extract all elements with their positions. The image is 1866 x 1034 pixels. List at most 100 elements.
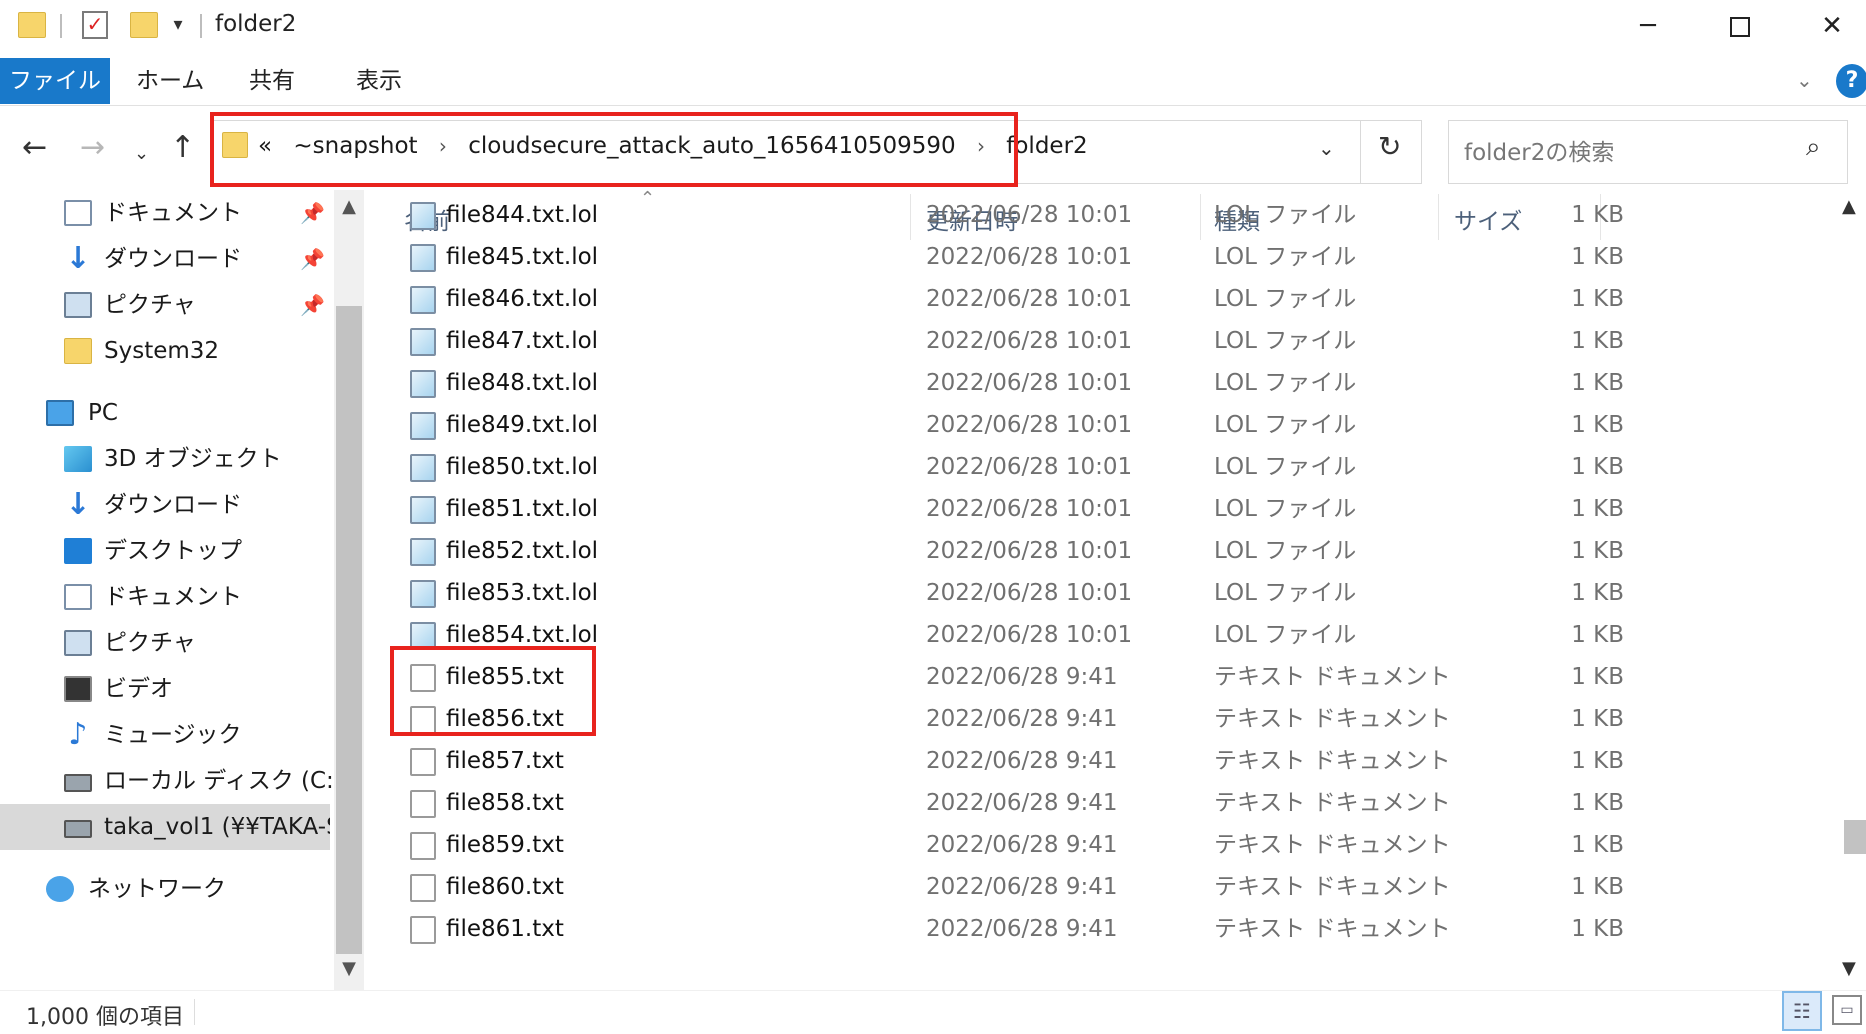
table-row[interactable]: file861.txt 2022/06/28 9:41 テキスト ドキュメント 1 K… <box>390 908 1840 950</box>
text-file-icon <box>410 832 436 860</box>
sidebar-item-label: ピクチャ <box>104 292 196 318</box>
file-name: file860.txt <box>446 874 564 900</box>
scroll-up-icon[interactable]: ▲ <box>1842 196 1856 217</box>
properties-icon[interactable]: ✓ <box>82 11 108 39</box>
network-drive-icon <box>64 820 92 838</box>
large-icons-view-icon[interactable]: ▭ <box>1832 995 1862 1025</box>
file-size: 1 KB <box>1571 706 1624 732</box>
document-icon <box>64 584 92 610</box>
folder-icon[interactable] <box>18 12 46 38</box>
recent-locations-icon[interactable]: ⌄ <box>134 136 149 172</box>
breadcrumb-folder2[interactable]: folder2 <box>1006 133 1087 159</box>
file-name: file859.txt <box>446 832 564 858</box>
expand-ribbon-icon[interactable]: ⌄ <box>1796 68 1813 92</box>
local-disk-icon <box>64 774 92 792</box>
sidebar-item-documents[interactable]: ドキュメント <box>0 574 332 620</box>
table-row[interactable]: file857.txt 2022/06/28 9:41 テキスト ドキュメント 1 K… <box>390 740 1840 782</box>
table-row[interactable]: file854.txt.lol 2022/06/28 10:01 LOL ファイル 1… <box>390 614 1840 656</box>
file-type: LOL ファイル <box>1214 286 1357 312</box>
lol-file-icon <box>410 286 436 314</box>
quick-access-dropdown-icon[interactable]: ▾ <box>168 12 188 38</box>
file-list-scrollbar[interactable] <box>1840 190 1866 990</box>
table-row[interactable]: file859.txt 2022/06/28 9:41 テキスト ドキュメント 1 K… <box>390 824 1840 866</box>
file-size: 1 KB <box>1571 328 1624 354</box>
forward-icon[interactable]: → <box>80 130 105 166</box>
sidebar-item-documents-pinned[interactable]: ドキュメント 📌 <box>0 190 332 236</box>
sidebar-item-label: ドキュメント <box>104 200 242 226</box>
table-row[interactable]: file855.txt 2022/06/28 9:41 テキスト ドキュメント 1 K… <box>390 656 1840 698</box>
sidebar-item-network-drive[interactable]: taka_vol1 (¥¥TAKA-S\ <box>0 804 330 850</box>
sidebar-item-pictures-pinned[interactable]: ピクチャ 📌 <box>0 282 332 328</box>
table-row[interactable]: file853.txt.lol 2022/06/28 10:01 LOL ファイル 1… <box>390 572 1840 614</box>
table-row[interactable]: file860.txt 2022/06/28 9:41 テキスト ドキュメント 1 K… <box>390 866 1840 908</box>
search-icon[interactable]: ⌕ <box>1806 132 1821 163</box>
refresh-icon[interactable]: ↻ <box>1378 130 1401 163</box>
tab-view[interactable]: 表示 <box>356 58 402 104</box>
file-modified: 2022/06/28 9:41 <box>926 874 1118 900</box>
sidebar-item-local-disk[interactable]: ローカル ディスク (C:) <box>0 758 332 804</box>
minimize-button[interactable]: ─ <box>1602 0 1694 52</box>
table-row[interactable]: file851.txt.lol 2022/06/28 10:01 LOL ファイル 1… <box>390 488 1840 530</box>
back-icon[interactable]: ← <box>22 130 47 166</box>
sidebar-item-label: ドキュメント <box>104 584 242 610</box>
table-row[interactable]: file847.txt.lol 2022/06/28 10:01 LOL ファイル 1… <box>390 320 1840 362</box>
sidebar-scrollbar-thumb[interactable] <box>336 306 362 954</box>
sidebar-item-videos[interactable]: ビデオ <box>0 666 332 712</box>
3d-objects-icon <box>64 446 92 472</box>
table-row[interactable]: file849.txt.lol 2022/06/28 10:01 LOL ファイル 1… <box>390 404 1840 446</box>
scroll-down-icon[interactable]: ▼ <box>334 958 364 979</box>
file-size: 1 KB <box>1571 580 1624 606</box>
divider <box>194 999 195 1025</box>
table-row[interactable]: file846.txt.lol 2022/06/28 10:01 LOL ファイル 1… <box>390 278 1840 320</box>
sidebar-item-label: ローカル ディスク (C:) <box>104 768 332 794</box>
sidebar-item-system32[interactable]: System32 <box>0 328 332 374</box>
address-dropdown-icon[interactable]: ⌄ <box>1318 136 1335 160</box>
file-type: テキスト ドキュメント <box>1214 916 1451 942</box>
file-type: LOL ファイル <box>1214 580 1357 606</box>
sidebar-item-network[interactable]: ネットワーク <box>0 866 332 912</box>
tab-file[interactable]: ファイル <box>0 58 110 104</box>
sidebar-item-label: ピクチャ <box>104 630 196 656</box>
sidebar-item-downloads[interactable]: ↓ ダウンロード <box>0 482 332 528</box>
table-row[interactable]: file858.txt 2022/06/28 9:41 テキスト ドキュメント 1 K… <box>390 782 1840 824</box>
up-icon[interactable]: ↑ <box>170 130 195 166</box>
file-size: 1 KB <box>1571 916 1624 942</box>
file-list-scrollbar-thumb[interactable] <box>1844 820 1866 854</box>
help-icon[interactable]: ? <box>1836 64 1866 98</box>
pin-icon[interactable]: 📌 <box>300 282 325 328</box>
file-modified: 2022/06/28 9:41 <box>926 832 1118 858</box>
scroll-down-icon[interactable]: ▼ <box>1842 958 1856 979</box>
sidebar-item-3d-objects[interactable]: 3D オブジェクト <box>0 436 332 482</box>
table-row[interactable]: file848.txt.lol 2022/06/28 10:01 LOL ファイル 1… <box>390 362 1840 404</box>
file-modified: 2022/06/28 10:01 <box>926 202 1133 228</box>
close-button[interactable]: ✕ <box>1786 0 1866 52</box>
maximize-button[interactable] <box>1694 0 1786 52</box>
table-row[interactable]: file845.txt.lol 2022/06/28 10:01 LOL ファイル 1… <box>390 236 1840 278</box>
tab-home[interactable]: ホーム <box>136 58 204 104</box>
file-name: file851.txt.lol <box>446 496 599 522</box>
scroll-up-icon[interactable]: ▲ <box>334 196 364 217</box>
details-view-icon[interactable]: ☷ <box>1782 991 1822 1031</box>
file-type: テキスト ドキュメント <box>1214 748 1451 774</box>
sidebar-item-downloads-pinned[interactable]: ↓ ダウンロード 📌 <box>0 236 332 282</box>
sidebar-item-music[interactable]: ♪ ミュージック <box>0 712 332 758</box>
pin-icon[interactable]: 📌 <box>300 236 325 282</box>
table-row[interactable]: file856.txt 2022/06/28 9:41 テキスト ドキュメント 1 K… <box>390 698 1840 740</box>
sidebar-item-pictures[interactable]: ピクチャ <box>0 620 332 666</box>
sidebar-item-desktop[interactable]: デスクトップ <box>0 528 332 574</box>
tab-share[interactable]: 共有 <box>249 58 295 104</box>
file-modified: 2022/06/28 9:41 <box>926 748 1118 774</box>
new-folder-icon[interactable] <box>130 12 158 38</box>
sidebar-item-pc[interactable]: PC <box>0 390 332 436</box>
search-placeholder: folder2の検索 <box>1464 140 1615 166</box>
text-file-icon <box>410 748 436 776</box>
file-size: 1 KB <box>1571 538 1624 564</box>
divider <box>60 14 62 38</box>
lol-file-icon <box>410 202 436 230</box>
lol-file-icon <box>410 496 436 524</box>
pin-icon[interactable]: 📌 <box>300 190 325 236</box>
file-type: LOL ファイル <box>1214 496 1357 522</box>
table-row[interactable]: file844.txt.lol 2022/06/28 10:01 LOL ファイル 1… <box>390 194 1840 236</box>
table-row[interactable]: file852.txt.lol 2022/06/28 10:01 LOL ファイル 1… <box>390 530 1840 572</box>
table-row[interactable]: file850.txt.lol 2022/06/28 10:01 LOL ファイル 1… <box>390 446 1840 488</box>
